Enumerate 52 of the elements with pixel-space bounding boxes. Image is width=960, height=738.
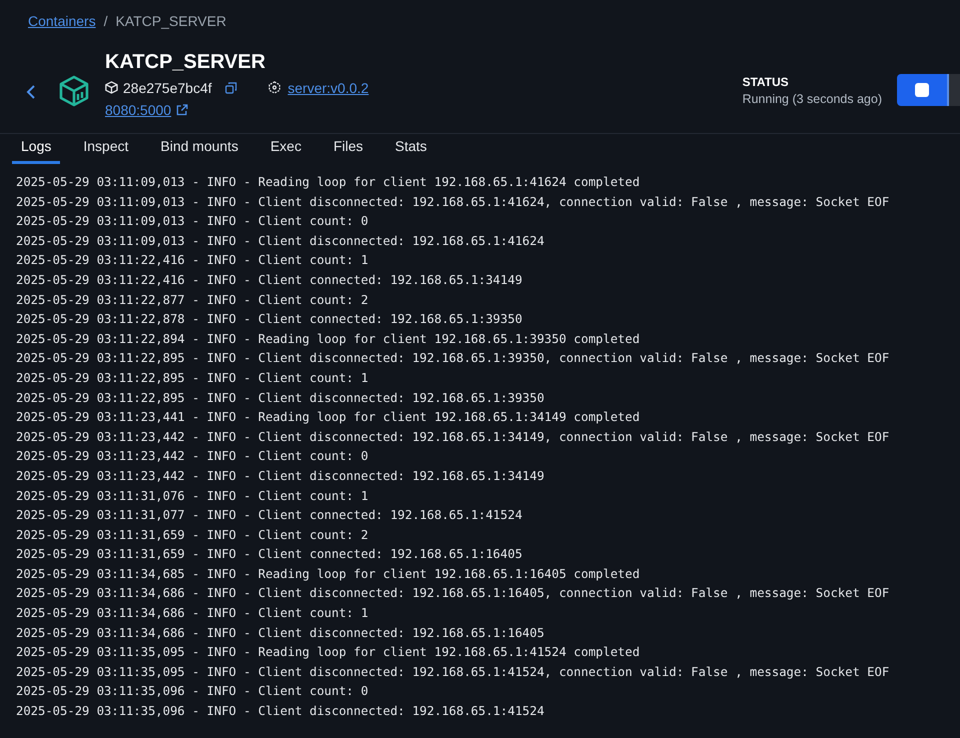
copy-icon[interactable] <box>224 82 237 94</box>
log-line: 2025-05-29 03:11:35,095 - INFO - Reading loop for client 192.168.65.1:41524 completed <box>16 644 641 662</box>
log-line: 2025-05-29 03:11:22,894 - INFO - Reading loop for client 192.168.65.1:39350 completed <box>16 330 641 348</box>
log-line: 2025-05-29 03:11:22,878 - INFO - Client connected: 192.168.65.1:39350 <box>16 311 524 328</box>
tab[interactable]: Bind mounts <box>152 138 248 164</box>
log-line: 2025-05-29 03:11:22,877 - INFO - Client count: 2 <box>16 292 370 309</box>
container-cube-icon <box>58 75 90 107</box>
log-line: 2025-05-29 03:11:31,659 - INFO - Client connected: 192.168.65.1:16405 <box>16 546 524 564</box>
external-link-icon[interactable] <box>176 104 188 116</box>
tab[interactable]: Exec <box>261 138 310 164</box>
container-name: KATCP_SERVER <box>105 50 266 74</box>
log-line: 2025-05-29 03:11:35,095 - INFO - Client disconnected: 192.168.65.1:41524, connection valid: False , message: Socket EOF <box>16 664 890 681</box>
image-link[interactable]: server:v0.0.2 <box>288 80 369 96</box>
log-line: 2025-05-29 03:11:23,441 - INFO - Reading loop for client 192.168.65.1:34149 completed <box>16 409 641 426</box>
log-line: 2025-05-29 03:11:31,077 - INFO - Client connected: 192.168.65.1:41524 <box>16 507 524 524</box>
log-line: 2025-05-29 03:11:09,013 - INFO - Client disconnected: 192.168.65.1:41624, connection valid: False , message: Socket EOF <box>16 194 890 211</box>
tab[interactable]: Logs <box>12 138 60 164</box>
log-line: 2025-05-29 03:11:34,686 - INFO - Client disconnected: 192.168.65.1:16405 <box>16 624 546 642</box>
port-link[interactable]: 8080:5000 <box>105 102 172 118</box>
log-line: 2025-05-29 03:11:22,895 - INFO - Client disconnected: 192.168.65.1:39350, connection valid: False , message: Socket EOF <box>16 350 890 368</box>
tab[interactable]: Files <box>324 138 372 164</box>
container-id: 28e275e7bc4f <box>123 80 212 96</box>
log-line: 2025-05-29 03:11:22,895 - INFO - Client count: 1 <box>16 370 370 387</box>
log-line: 2025-05-29 03:11:35,096 - INFO - Client count: 0 <box>16 683 370 700</box>
tab[interactable]: Inspect <box>74 138 138 164</box>
log-line: 2025-05-29 03:11:31,076 - INFO - Client count: 1 <box>16 488 370 504</box>
log-line: 2025-05-29 03:11:09,013 - INFO - Reading loop for client 192.168.65.1:41624 completed <box>16 174 641 191</box>
breadcrumb-current: KATCP_SERVER <box>116 13 226 31</box>
log-line: 2025-05-29 03:11:23,442 - INFO - Client count: 0 <box>16 448 370 466</box>
breadcrumb-link[interactable]: Containers <box>28 13 96 35</box>
log-line: 2025-05-29 03:11:34,686 - INFO - Client count: 1 <box>16 605 370 622</box>
log-line: 2025-05-29 03:11:09,013 - INFO - Client count: 0 <box>16 213 370 230</box>
status-label: STATUS <box>742 74 790 88</box>
log-line: 2025-05-29 03:11:35,096 - INFO - Client disconnected: 192.168.65.1:41524 <box>16 703 546 720</box>
log-line: 2025-05-29 03:11:23,442 - INFO - Client disconnected: 192.168.65.1:34149, connection valid: False , message: Socket EOF <box>16 428 890 446</box>
log-line: 2025-05-29 03:11:23,442 - INFO - Client disconnected: 192.168.65.1:34149 <box>16 468 546 485</box>
log-line: 2025-05-29 03:11:22,895 - INFO - Client disconnected: 192.168.65.1:39350 <box>16 390 546 407</box>
breadcrumb-separator: / <box>104 13 108 31</box>
tab[interactable]: Stats <box>386 138 436 164</box>
log-line: 2025-05-29 03:11:22,416 - INFO - Client connected: 192.168.65.1:34149 <box>16 272 524 289</box>
log-line: 2025-05-29 03:11:34,686 - INFO - Client disconnected: 192.168.65.1:16405, connection valid: False , message: Socket EOF <box>16 585 890 602</box>
cube-icon <box>105 81 118 94</box>
image-icon <box>268 81 281 94</box>
log-line: 2025-05-29 03:11:34,685 - INFO - Reading loop for client 192.168.65.1:16405 completed <box>16 566 641 583</box>
stop-button[interactable] <box>897 74 947 106</box>
stop-icon <box>915 83 929 97</box>
log-line: 2025-05-29 03:11:22,416 - INFO - Client count: 1 <box>16 252 370 270</box>
actions-button[interactable] <box>947 74 960 106</box>
back-chevron-icon[interactable] <box>26 84 36 100</box>
status-value: Running (3 seconds ago) <box>742 92 882 106</box>
log-line: 2025-05-29 03:11:31,659 - INFO - Client count: 2 <box>16 526 370 544</box>
log-line: 2025-05-29 03:11:09,013 - INFO - Client disconnected: 192.168.65.1:41624 <box>16 232 546 250</box>
